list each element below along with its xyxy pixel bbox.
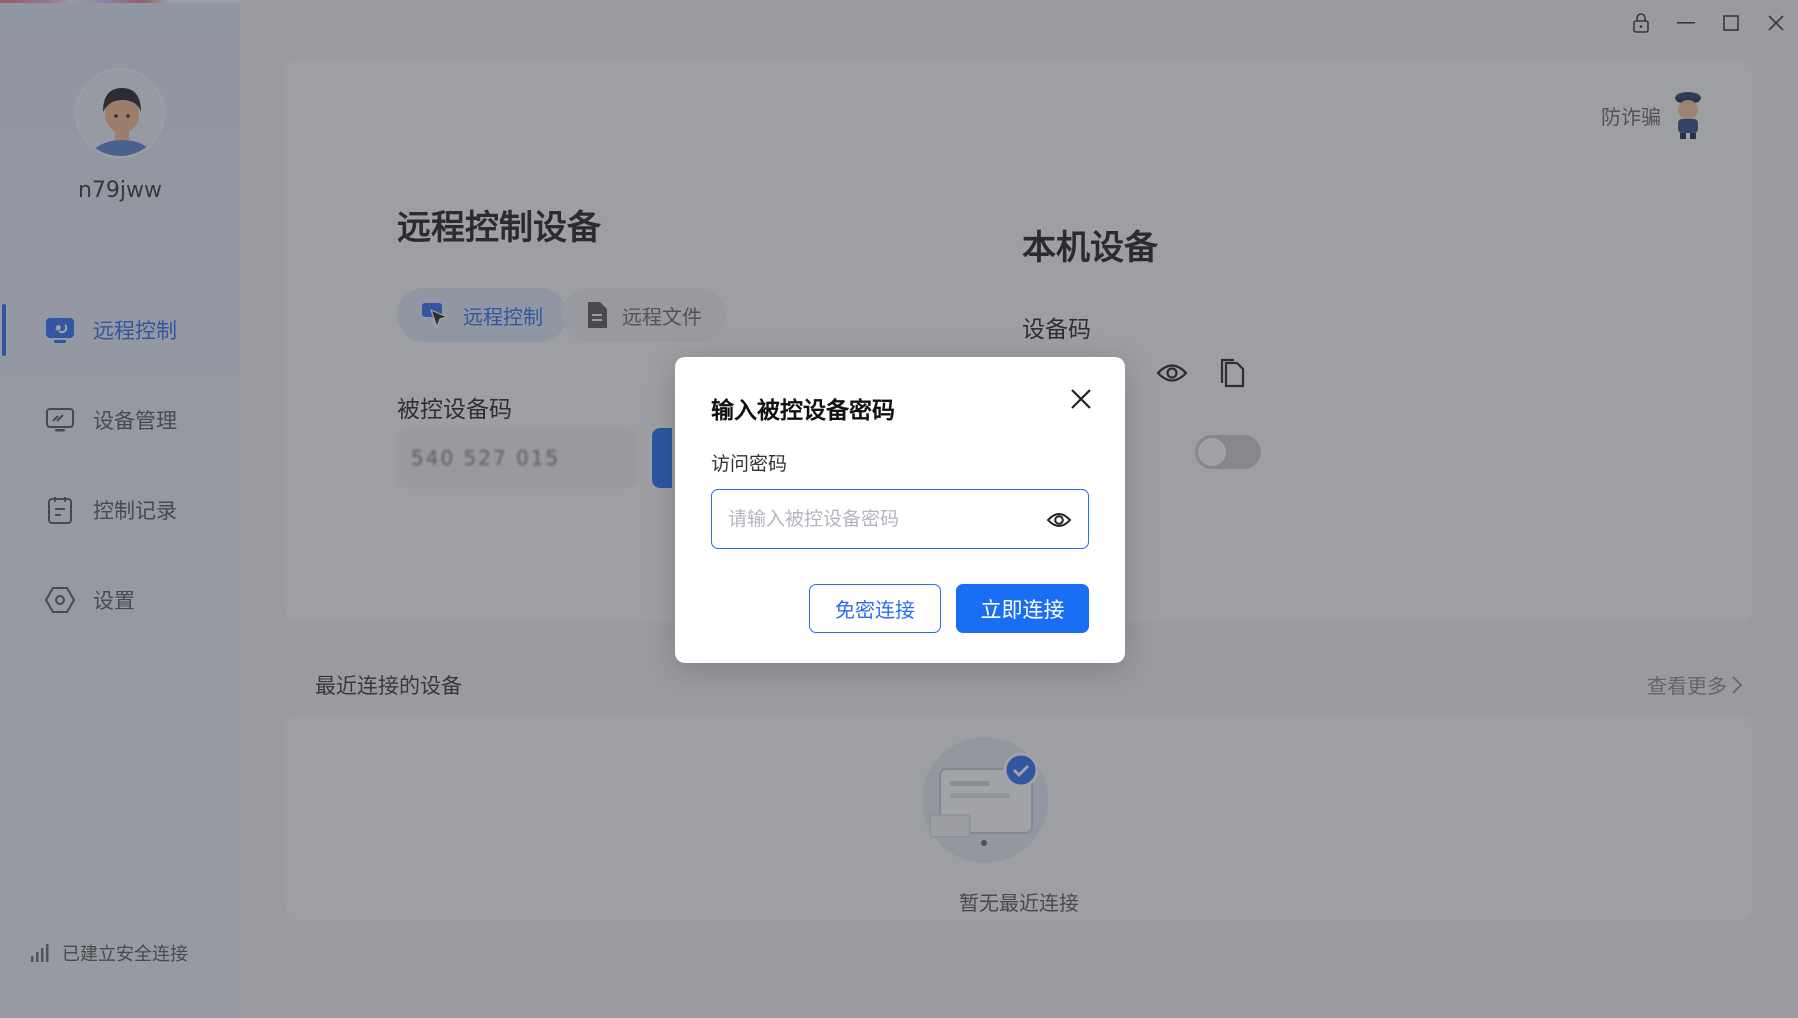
passwordless-connect-button[interactable]: 免密连接: [809, 584, 941, 633]
app-window: n79jww 远程控制 设备管理 控制记录 设置 已建立安全连接 防诈骗 远程控…: [0, 0, 1798, 1018]
connect-now-button[interactable]: 立即连接: [956, 584, 1089, 633]
password-field-label: 访问密码: [711, 453, 788, 475]
close-icon[interactable]: [1065, 383, 1097, 415]
password-input[interactable]: [728, 490, 1028, 547]
show-password-icon[interactable]: [1046, 507, 1072, 533]
password-field-wrapper: [711, 489, 1089, 549]
dialog-title: 输入被控设备密码: [711, 398, 895, 424]
password-dialog: 输入被控设备密码 访问密码 免密连接 立即连接: [675, 357, 1125, 663]
